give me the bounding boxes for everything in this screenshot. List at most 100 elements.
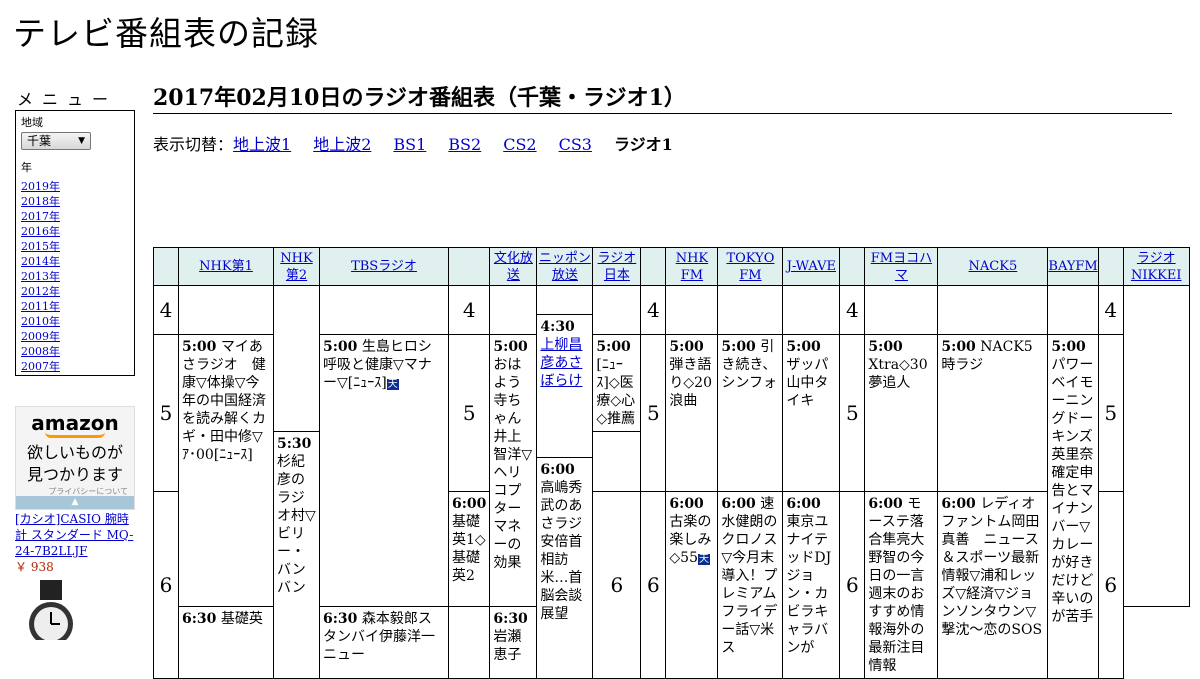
year-link-2016[interactable]: 2016年	[21, 225, 60, 238]
program-cell: 5:00 ザッパ山中タイキ	[782, 334, 841, 492]
program-cell: 6:30 基礎英	[178, 606, 274, 679]
year-link-2013[interactable]: 2013年	[21, 270, 60, 283]
hour-cell: 4	[153, 285, 179, 335]
program-cell: 6:00 速水健朗のクロノス▽今月末導入！プレミアムフライデー話▽米ス	[717, 491, 784, 679]
ad-product-link[interactable]: [カシオ]CASIO 腕時計 スタンダード MQ-24-7B2LLJF	[15, 512, 133, 558]
hour-header-cell	[1097, 247, 1124, 286]
year-link-2019[interactable]: 2019年	[21, 180, 60, 193]
hour-cell: 6	[153, 491, 179, 679]
switch-link-cs2[interactable]: CS2	[503, 135, 536, 154]
program-time: 5:00	[1051, 339, 1086, 355]
channel-nack5[interactable]: NACK5	[969, 259, 1018, 274]
year-link-2008[interactable]: 2008年	[21, 345, 60, 358]
weather-badge-icon: 天	[698, 554, 710, 565]
channel-radio-nikkei[interactable]: ラジオNIKKEI	[1131, 251, 1182, 283]
program-cell: 5:30 杉紀彦のラジオ村▽ビリー・バンバン	[273, 431, 320, 679]
program-cell: 6:00 モーステ落合隼亮大野智の今日の一言週末のおすすめ情報海外の最新注目情報	[864, 491, 939, 679]
program-time: 6:30	[323, 611, 358, 628]
watch-product-icon[interactable]	[20, 580, 82, 640]
program-time: 6:30	[493, 611, 528, 628]
year-link-2014[interactable]: 2014年	[21, 255, 60, 268]
program-cell	[665, 285, 719, 335]
program-cell	[273, 285, 320, 432]
chevron-down-icon: ▼	[78, 135, 85, 146]
channel-tbs-radio[interactable]: TBSラジオ	[351, 259, 417, 274]
program-time: 6:00	[868, 496, 903, 512]
year-link-2015[interactable]: 2015年	[21, 240, 60, 253]
program-cell	[592, 285, 642, 335]
program-cell: 5:00 [ﾆｭｰｽ]◇医療◇心◇推薦	[592, 334, 642, 432]
hour-header-cell	[447, 247, 491, 286]
year-link-2012[interactable]: 2012年	[21, 285, 60, 298]
switch-link-bs2[interactable]: BS2	[448, 135, 481, 154]
channel-fm-yokohama[interactable]: FMヨコハマ	[871, 251, 932, 283]
region-select-value: 千葉	[27, 133, 52, 148]
program-title: 基礎英	[220, 611, 263, 628]
program-title: パワーベイモーニングドーキンズ英里奈確定申告とマイナンバー▽カレーが好きだけど辛…	[1051, 357, 1094, 625]
hour-cell: 6	[640, 491, 667, 679]
year-link-2017[interactable]: 2017年	[21, 210, 60, 223]
channel-j-wave[interactable]: J-WAVE	[787, 259, 836, 274]
site-title: テレビ番組表の記録	[13, 14, 319, 53]
ad-product-price: ￥ 938	[15, 560, 54, 574]
program-cell	[1122, 284, 1190, 608]
switch-link-terrestrial1[interactable]: 地上波1	[233, 135, 291, 154]
hour-header-cell	[640, 247, 667, 286]
program-cell: 4:30 上柳昌彦あさぼらけ	[536, 314, 594, 458]
menu-box: 地域 千葉 ▼ 年 2019年 2018年 2017年 2016年 2015年 …	[15, 110, 135, 376]
program-cell: 6:30 岩瀬恵子	[489, 606, 538, 679]
hour-cell: 5	[1097, 334, 1124, 492]
hour-cell: 6	[592, 491, 642, 679]
program-cell: 5:00 パワーベイモーニングドーキンズ英里奈確定申告とマイナンバー▽カレーが好…	[1047, 334, 1099, 679]
hour-cell: 6	[1097, 491, 1124, 679]
program-title: レディオファントム岡田真善 ニュース＆スポーツ最新情報▽浦和レッズ▽経済▽ジョン…	[941, 496, 1043, 638]
region-label: 地域	[21, 116, 43, 129]
program-title: [ﾆｭｰｽ]◇医療◇心◇推薦	[596, 357, 636, 427]
switch-link-cs3[interactable]: CS3	[559, 135, 592, 154]
program-time: 5:00	[182, 339, 217, 355]
hour-cell: 5	[640, 334, 667, 492]
program-cell	[782, 285, 841, 335]
amazon-ad-banner[interactable]: amazon 欲しいものが 見つかります プライバシーについて ▲	[15, 406, 135, 510]
region-select[interactable]: 千葉 ▼	[21, 132, 91, 150]
year-link-2007[interactable]: 2007年	[21, 360, 60, 373]
program-cell	[1047, 285, 1099, 335]
program-title: 高嶋秀武のあさラジ安倍首相訪米…首脳会談展望	[540, 480, 583, 622]
program-time: 6:00	[941, 496, 976, 512]
program-title: モーステ落合隼亮大野智の今日の一言週末のおすすめ情報海外の最新注目情報	[868, 496, 925, 674]
program-title: 岩瀬恵子	[493, 629, 522, 664]
channel-radio-nippon[interactable]: ラジオ日本	[598, 251, 637, 283]
channel-tokyo-fm[interactable]: TOKYO FM	[726, 251, 774, 283]
hour-cell: 5	[839, 334, 866, 492]
program-cell	[447, 606, 491, 679]
menu-label: メニュー	[17, 90, 118, 109]
channel-nhk1[interactable]: NHK第1	[199, 259, 253, 274]
program-title-link[interactable]: 上柳昌彦あさぼらけ	[540, 337, 582, 389]
channel-bunka-hoso[interactable]: 文化放送	[494, 251, 533, 283]
channel-nhk2[interactable]: NHK第2	[280, 251, 312, 283]
channel-nhk-fm[interactable]: NHK FM	[676, 251, 708, 283]
switch-link-terrestrial2[interactable]: 地上波2	[313, 135, 371, 154]
switch-link-bs1[interactable]: BS1	[393, 135, 426, 154]
switch-current-radio1: ラジオ1	[613, 135, 673, 154]
program-cell: 5:00 弾き語り◇20浪曲	[665, 334, 719, 492]
chevron-up-icon[interactable]: ▲	[16, 496, 134, 509]
program-time: 6:00	[669, 496, 704, 512]
year-link-2018[interactable]: 2018年	[21, 195, 60, 208]
year-link-2010[interactable]: 2010年	[21, 315, 60, 328]
program-time: 5:30	[277, 436, 312, 452]
hour-cell: 4	[839, 285, 866, 335]
program-title: ザッパ山中タイキ	[786, 357, 829, 409]
program-time: 6:30	[182, 611, 217, 628]
program-cell	[864, 285, 939, 335]
program-time: 5:00	[596, 339, 631, 355]
program-cell: 5:00 NACK5時ラジ	[937, 334, 1049, 492]
year-link-2009[interactable]: 2009年	[21, 330, 60, 343]
channel-bayfm[interactable]: BAYFM	[1048, 259, 1097, 274]
year-link-2011[interactable]: 2011年	[21, 300, 60, 313]
program-title: 杉紀彦のラジオ村▽ビリー・バンバン	[277, 454, 316, 596]
program-time: 5:00	[493, 339, 528, 355]
channel-nippon-hoso[interactable]: ニッポン放送	[539, 251, 591, 283]
program-time: 5:00	[941, 339, 976, 355]
hour-cell: 4	[640, 285, 667, 335]
